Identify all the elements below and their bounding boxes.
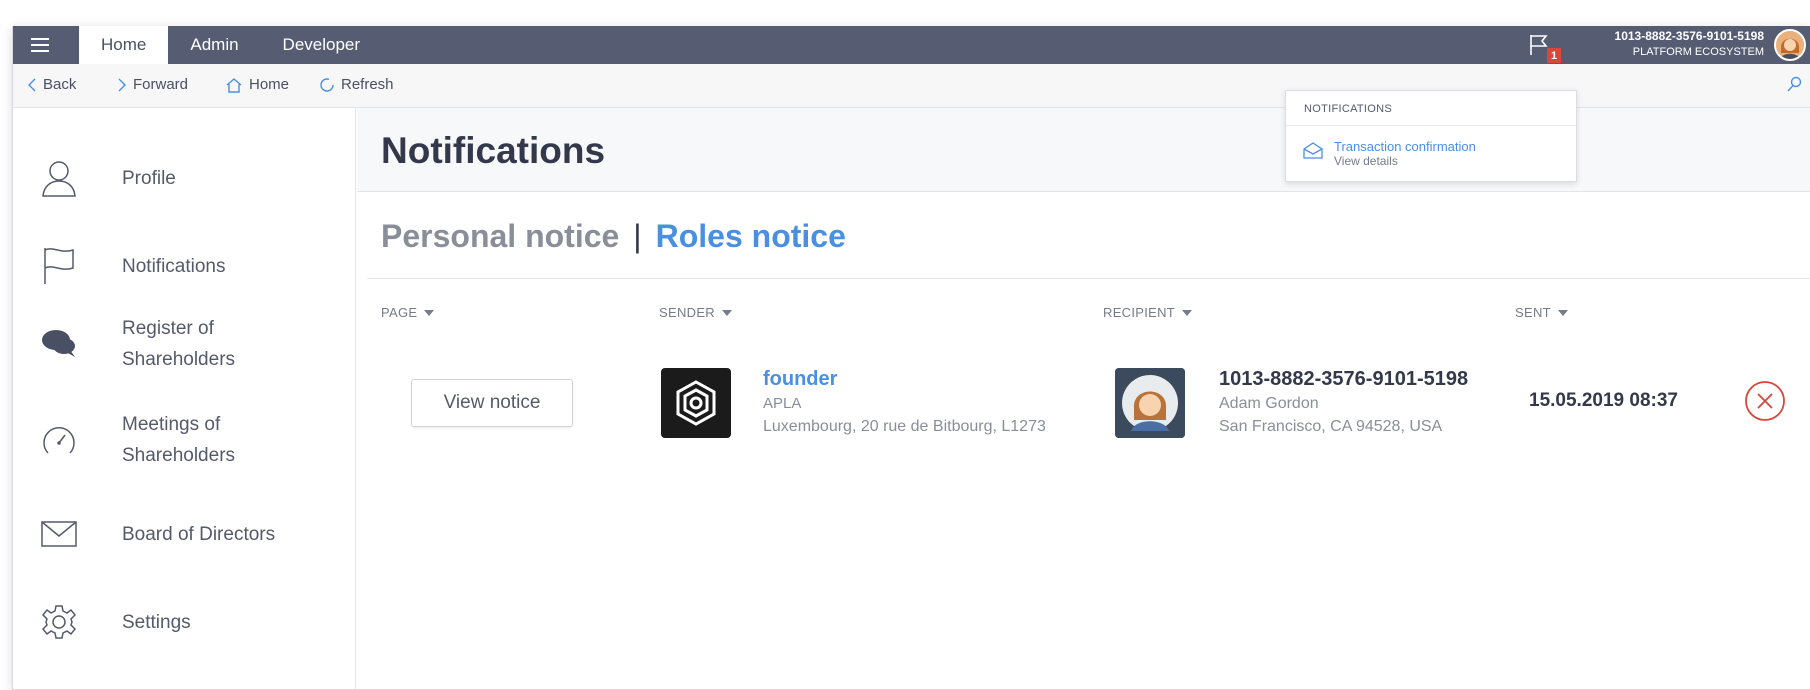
account-info[interactable]: 1013-8882-3576-9101-5198 PLATFORM ECOSYS… bbox=[1615, 28, 1764, 60]
notice-tabs: Personal notice | Roles notice bbox=[381, 218, 846, 255]
caret-down-icon bbox=[1182, 309, 1193, 316]
tab-separator: | bbox=[633, 218, 642, 254]
close-icon bbox=[1745, 381, 1785, 421]
sidebar-item-label: Board of Directors bbox=[122, 523, 276, 545]
notifications-dropdown: NOTIFICATIONS Transaction confirmation V… bbox=[1285, 90, 1577, 182]
flag-icon bbox=[39, 246, 79, 286]
main-content: Notifications Personal notice | Roles no… bbox=[357, 108, 1810, 689]
sidebar-item-register-of-shareholders[interactable]: Register of Shareholders bbox=[13, 308, 356, 380]
caret-down-icon bbox=[1557, 309, 1568, 316]
tab-home[interactable]: Home bbox=[79, 26, 169, 64]
chevron-left-icon bbox=[28, 78, 36, 91]
column-header-label: SENT bbox=[1515, 305, 1551, 320]
sent-date: 15.05.2019 08:37 bbox=[1529, 390, 1678, 411]
sidebar-item-label: Notifications bbox=[122, 255, 226, 277]
recipient-avatar bbox=[1115, 368, 1185, 438]
dropdown-header: NOTIFICATIONS bbox=[1304, 103, 1393, 115]
caret-down-icon bbox=[424, 309, 435, 316]
chat-icon bbox=[39, 324, 79, 364]
column-header-recipient[interactable]: RECIPIENT bbox=[1103, 305, 1193, 320]
search-icon[interactable] bbox=[1786, 76, 1802, 99]
sidebar-item-label: Settings bbox=[122, 611, 191, 633]
recipient-id: 1013-8882-3576-9101-5198 bbox=[1219, 368, 1469, 390]
avatar[interactable] bbox=[1774, 29, 1806, 61]
column-header-sent[interactable]: SENT bbox=[1515, 305, 1568, 320]
recipient-address: San Francisco, CA 94528, USA bbox=[1219, 418, 1443, 435]
tab-roles-notice[interactable]: Roles notice bbox=[656, 218, 846, 255]
divider bbox=[1286, 125, 1576, 126]
sidebar-item-settings[interactable]: Settings bbox=[13, 592, 356, 652]
sidebar: Profile Notifications Register of Shareh… bbox=[13, 108, 356, 689]
account-id: 1013-8882-3576-9101-5198 bbox=[1614, 29, 1764, 43]
sender-name[interactable]: founder bbox=[763, 368, 837, 391]
tab-developer[interactable]: Developer bbox=[261, 26, 383, 64]
column-header-page[interactable]: PAGE bbox=[381, 305, 435, 320]
notification-title[interactable]: Transaction confirmation bbox=[1334, 139, 1476, 154]
sidebar-item-profile[interactable]: Profile bbox=[13, 148, 356, 208]
top-bar: Home Admin Developer 1 1013-8882-3576-91… bbox=[13, 26, 1810, 64]
chevron-right-icon bbox=[118, 78, 126, 91]
notification-count-badge: 1 bbox=[1547, 48, 1561, 63]
forward-button[interactable]: Forward bbox=[117, 76, 188, 93]
page-header: Notifications bbox=[357, 108, 1810, 192]
forward-label: Forward bbox=[133, 76, 189, 93]
delete-notice-button[interactable] bbox=[1744, 380, 1786, 422]
open-envelope-icon bbox=[1302, 141, 1324, 164]
gauge-icon bbox=[39, 420, 79, 460]
tab-admin[interactable]: Admin bbox=[168, 26, 260, 64]
sidebar-item-label: Register of Shareholders bbox=[122, 318, 236, 370]
home-icon bbox=[226, 77, 242, 93]
column-header-sender[interactable]: SENDER bbox=[659, 305, 732, 320]
notification-view-details[interactable]: View details bbox=[1334, 154, 1398, 168]
gear-icon bbox=[39, 602, 79, 642]
tab-personal-notice[interactable]: Personal notice bbox=[381, 218, 619, 255]
sender-logo-icon bbox=[661, 368, 731, 438]
sidebar-item-notifications[interactable]: Notifications bbox=[13, 236, 356, 296]
ecosystem-name: PLATFORM ECOSYSTEM bbox=[1632, 46, 1764, 58]
column-header-label: PAGE bbox=[381, 305, 418, 320]
page-title: Notifications bbox=[381, 130, 606, 171]
sender-organization: APLA bbox=[763, 395, 802, 412]
recipient-name: Adam Gordon bbox=[1219, 395, 1319, 412]
view-notice-button[interactable]: View notice bbox=[411, 379, 573, 427]
home-label: Home bbox=[249, 76, 290, 93]
sidebar-item-label: Meetings of Shareholders bbox=[122, 414, 236, 466]
sidebar-item-label: Profile bbox=[122, 167, 176, 189]
column-header-label: RECIPIENT bbox=[1103, 305, 1176, 320]
sender-address: Luxembourg, 20 rue de Bitbourg, L1273 bbox=[763, 418, 1046, 435]
main-tabs: Home Admin Developer bbox=[79, 26, 382, 64]
back-label: Back bbox=[43, 76, 77, 93]
sidebar-item-board-of-directors[interactable]: Board of Directors bbox=[13, 504, 356, 564]
app-window: Home Admin Developer 1 1013-8882-3576-91… bbox=[12, 26, 1810, 690]
envelope-icon bbox=[39, 514, 79, 554]
column-header-label: SENDER bbox=[659, 305, 715, 320]
sidebar-item-meetings-of-shareholders[interactable]: Meetings of Shareholders bbox=[13, 404, 356, 476]
home-button[interactable]: Home bbox=[225, 76, 289, 93]
refresh-button[interactable]: Refresh bbox=[319, 76, 394, 93]
caret-down-icon bbox=[721, 309, 732, 316]
divider bbox=[367, 278, 1810, 279]
user-icon bbox=[39, 158, 79, 198]
hamburger-menu-icon[interactable] bbox=[13, 26, 67, 64]
back-button[interactable]: Back bbox=[27, 76, 76, 93]
refresh-label: Refresh bbox=[341, 76, 394, 93]
refresh-icon bbox=[320, 77, 334, 92]
